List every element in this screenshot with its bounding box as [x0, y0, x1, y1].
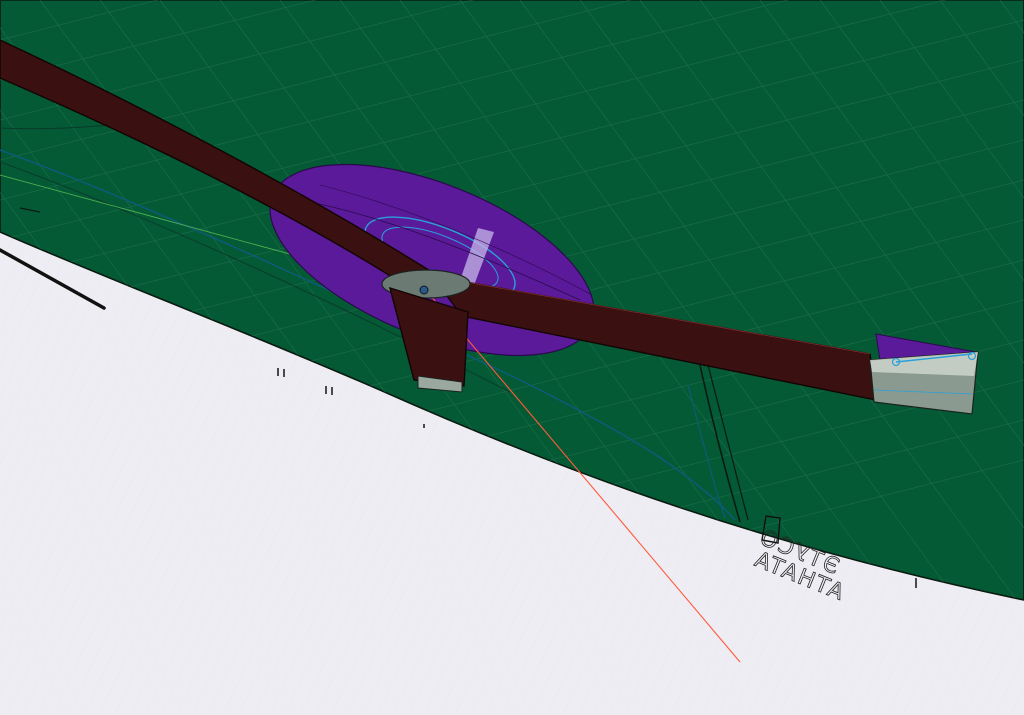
scene-canvas[interactable]: ATHATA ЭТУСО: [0, 0, 1024, 715]
hub-pivot[interactable]: [419, 285, 429, 295]
3d-viewport[interactable]: ATHATA ЭТУСО: [0, 0, 1024, 715]
